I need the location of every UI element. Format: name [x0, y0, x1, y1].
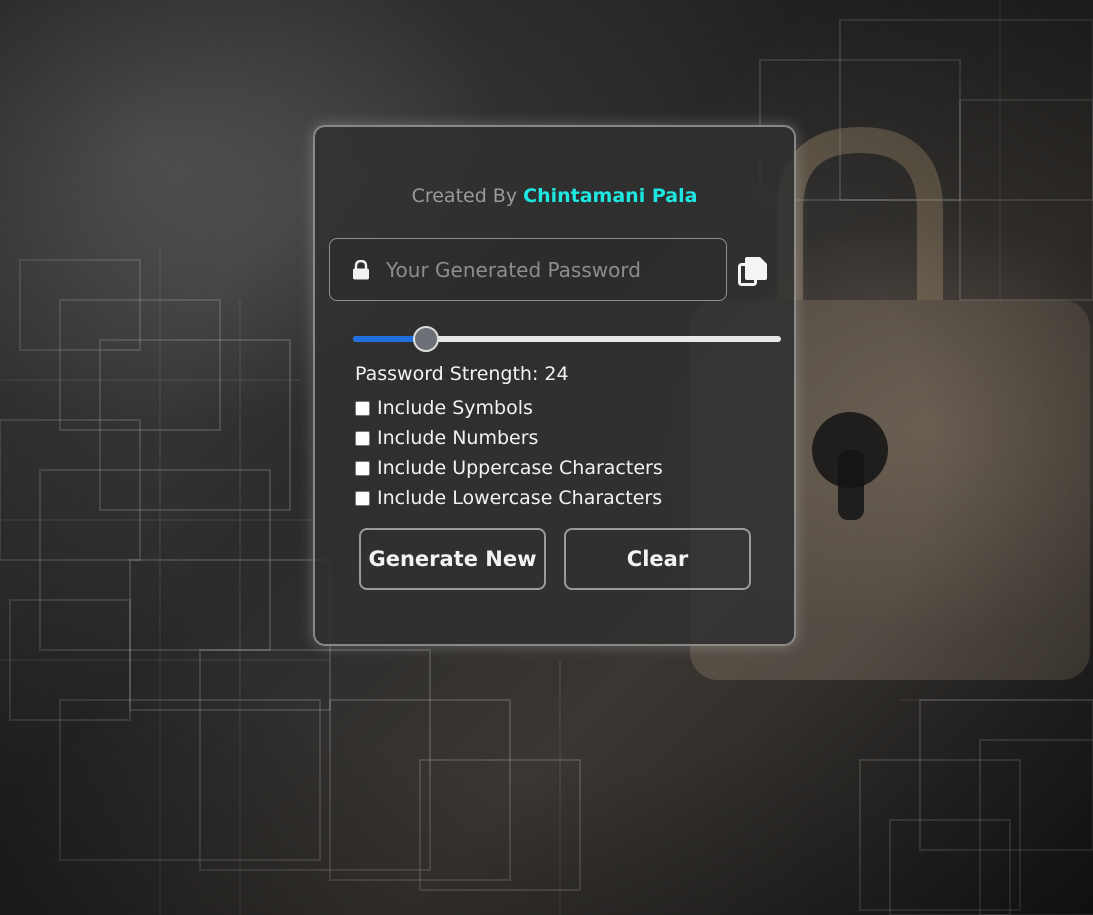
option-lowercase[interactable]: Include Lowercase Characters	[355, 483, 663, 513]
uppercase-checkbox[interactable]	[355, 460, 370, 476]
clear-button[interactable]: Clear	[564, 528, 751, 590]
slider-thumb[interactable]	[412, 326, 439, 352]
length-slider[interactable]	[353, 326, 781, 352]
lock-icon	[353, 260, 369, 280]
option-numbers[interactable]: Include Numbers	[355, 423, 663, 453]
password-field	[329, 238, 727, 301]
password-strength-label: Password Strength: 24	[355, 363, 569, 385]
symbols-checkbox[interactable]	[355, 400, 370, 416]
numbers-checkbox[interactable]	[355, 430, 370, 446]
symbols-label: Include Symbols	[377, 397, 533, 419]
author-name: Chintamani Pala	[523, 185, 698, 207]
numbers-label: Include Numbers	[377, 427, 539, 449]
options-list: Include Symbols Include Numbers Include …	[355, 393, 663, 513]
password-generator-card: Created By Chintamani Pala Password Stre…	[313, 125, 796, 646]
uppercase-label: Include Uppercase Characters	[377, 457, 663, 479]
lowercase-label: Include Lowercase Characters	[377, 487, 663, 509]
copy-icon[interactable]	[738, 255, 770, 287]
option-symbols[interactable]: Include Symbols	[355, 393, 663, 423]
lowercase-checkbox[interactable]	[355, 490, 370, 506]
option-uppercase[interactable]: Include Uppercase Characters	[355, 453, 663, 483]
password-input[interactable]	[386, 251, 716, 289]
generate-new-button[interactable]: Generate New	[359, 528, 546, 590]
credit-prefix: Created By	[411, 185, 518, 207]
credit-line: Created By Chintamani Pala	[315, 185, 794, 207]
